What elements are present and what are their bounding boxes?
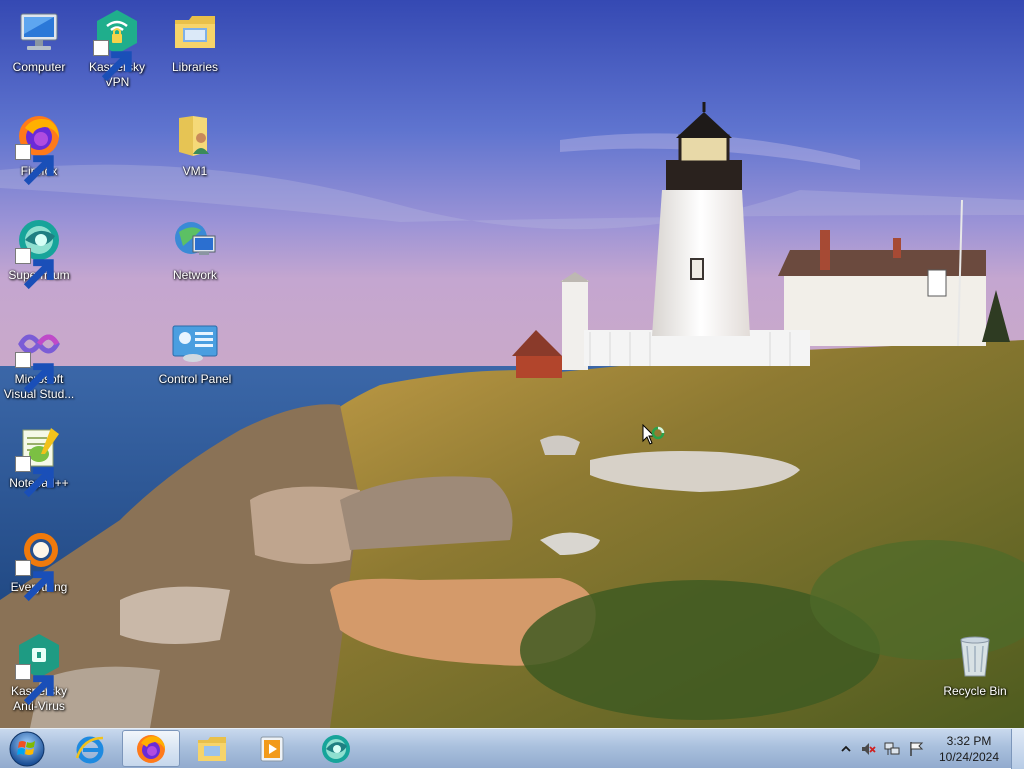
taskbar-media-player[interactable] (244, 730, 300, 767)
libraries-folder-icon (171, 8, 219, 56)
shortcut-arrow-icon (15, 248, 54, 290)
wallpaper-image (0, 0, 1024, 728)
clock-date: 10/24/2024 (938, 750, 1000, 764)
desktop-icon-network[interactable]: Network (156, 210, 234, 306)
computer-icon (15, 8, 63, 56)
network-icon[interactable] (884, 741, 900, 757)
firefox-icon (15, 112, 63, 186)
desktop-icon-supermium[interactable]: Supermium (0, 210, 78, 306)
firefox-icon (137, 734, 165, 763)
show-desktop-button[interactable] (1011, 729, 1024, 769)
icon-label: Control Panel (158, 372, 232, 386)
shortcut-arrow-icon (15, 352, 54, 394)
shortcut-arrow-icon (15, 560, 54, 602)
control-panel-icon (171, 320, 219, 368)
windows-start-orb-icon (9, 731, 45, 767)
desktop[interactable]: Computer Firefox Supermium Microsoft Vis… (0, 0, 1024, 728)
shortcut-arrow-icon (15, 456, 54, 498)
shortcut-arrow-icon (15, 664, 54, 706)
clock[interactable]: 3:32 PM 10/24/2024 (934, 733, 1004, 765)
desktop-icon-control-panel[interactable]: Control Panel (156, 314, 234, 410)
kaspersky-vpn-icon (93, 8, 141, 82)
desktop-icon-recycle-bin[interactable]: Recycle Bin (936, 626, 1014, 722)
icon-label: Recycle Bin (943, 684, 1007, 698)
file-explorer-icon (198, 736, 226, 761)
desktop-icon-notepad-plus-plus[interactable]: Notepad++ (0, 418, 78, 514)
internet-explorer-icon (75, 736, 104, 763)
action-center-flag-icon[interactable] (908, 741, 924, 757)
kaspersky-antivirus-icon (15, 632, 63, 706)
icon-label: VM1 (182, 164, 208, 178)
desktop-icon-libraries[interactable]: Libraries (156, 2, 234, 98)
visual-studio-icon (15, 320, 63, 394)
taskbar: 3:32 PM 10/24/2024 (0, 728, 1024, 769)
supermium-icon (322, 734, 350, 763)
icon-label: Network (172, 268, 217, 282)
notepad-plus-plus-icon (15, 424, 63, 498)
show-hidden-icons-chevron-icon[interactable] (838, 741, 854, 757)
shortcut-arrow-icon (15, 144, 54, 186)
icon-label: Computer (12, 60, 66, 74)
user-folder-icon (171, 112, 219, 160)
shortcut-arrow-icon (93, 40, 132, 82)
system-tray: 3:32 PM 10/24/2024 (834, 729, 1024, 769)
volume-muted-icon[interactable] (860, 741, 876, 757)
everything-search-icon (15, 528, 63, 602)
desktop-icon-kaspersky-antivirus[interactable]: Kaspersky Anti-Virus (0, 626, 78, 722)
media-player-icon (260, 736, 284, 761)
taskbar-firefox[interactable] (122, 730, 180, 767)
icon-label: Libraries (171, 60, 219, 74)
desktop-icon-computer[interactable]: Computer (0, 2, 78, 98)
desktop-icon-vm1[interactable]: VM1 (156, 106, 234, 202)
clock-time: 3:32 PM (946, 734, 992, 748)
taskbar-internet-explorer[interactable] (62, 730, 118, 767)
desktop-icon-everything[interactable]: Everything (0, 522, 78, 618)
desktop-icon-firefox[interactable]: Firefox (0, 106, 78, 202)
taskbar-supermium[interactable] (308, 730, 364, 767)
desktop-icon-kaspersky-vpn[interactable]: Kaspersky VPN (78, 2, 156, 98)
desktop-icon-visual-studio[interactable]: Microsoft Visual Stud... (0, 314, 78, 410)
start-button[interactable] (4, 730, 50, 768)
network-icon (171, 216, 219, 264)
recycle-bin-icon (951, 632, 999, 680)
taskbar-file-explorer[interactable] (184, 730, 240, 767)
mouse-cursor-busy-icon (642, 424, 665, 445)
supermium-icon (15, 216, 63, 290)
